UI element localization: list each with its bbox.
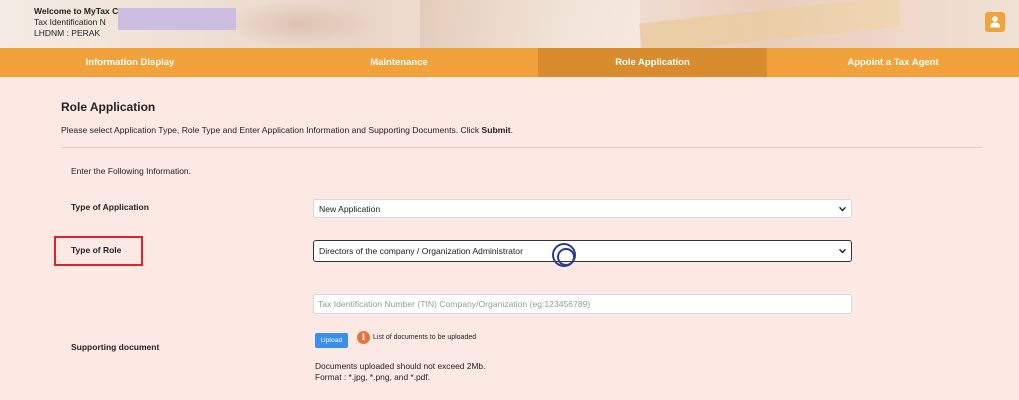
instruction-submit: Submit: [481, 125, 511, 135]
branch-text: LHDNM : PERAK: [34, 28, 101, 38]
chevron-down-icon: [839, 206, 846, 211]
type-of-role-label: Type of Role: [71, 245, 122, 255]
type-of-application-select[interactable]: New Application: [313, 199, 852, 218]
tab-label: Maintenance: [370, 57, 428, 68]
type-of-application-label: Type of Application: [71, 202, 149, 212]
welcome-text: Welcome to MyTax C: [34, 6, 119, 16]
section-label: Enter the Following Information.: [71, 166, 192, 176]
user-icon: [990, 16, 1000, 28]
main-nav: Information Display Maintenance Role App…: [0, 48, 1019, 77]
chevron-down-icon: [839, 248, 846, 254]
tab-role-application[interactable]: Role Application: [538, 48, 767, 77]
header-banner: Welcome to MyTax C Tax Identification N …: [0, 0, 1019, 48]
tin-placeholder: Tax Identification Number (TIN) Company/…: [318, 299, 591, 309]
tab-appoint-tax-agent[interactable]: Appoint a Tax Agent: [767, 48, 1019, 77]
divider: [61, 147, 982, 148]
note-format: Format : *.jpg, *.png, and *.pdf.: [315, 372, 430, 382]
user-menu-button[interactable]: [985, 12, 1005, 32]
page-title: Role Application: [61, 100, 156, 114]
cursor-indicator: [552, 243, 576, 267]
type-of-role-select[interactable]: Directors of the company / Organization …: [313, 240, 852, 262]
upload-label: Upload: [320, 337, 343, 344]
instruction-main: Please select Application Type, Role Typ…: [61, 125, 482, 135]
tab-label: Information Display: [85, 57, 175, 68]
document-list-link[interactable]: List of documents to be uploaded: [373, 334, 476, 341]
tab-maintenance[interactable]: Maintenance: [260, 48, 538, 77]
tin-input[interactable]: Tax Identification Number (TIN) Company/…: [313, 294, 852, 314]
tab-information-display[interactable]: Information Display: [0, 48, 260, 77]
select-value: New Application: [319, 203, 381, 214]
instruction-text: Please select Application Type, Role Typ…: [61, 125, 513, 135]
banner-decoration: [220, 0, 380, 48]
info-icon[interactable]: i: [357, 331, 370, 344]
instruction-end: .: [510, 125, 514, 135]
welcome-block: Welcome to MyTax C Tax Identification N …: [34, 6, 118, 39]
upload-note: Documents uploaded should not exceed 2Mb…: [315, 361, 485, 383]
upload-button[interactable]: Upload: [315, 333, 348, 348]
supporting-document-label: Supporting document: [71, 342, 160, 352]
select-value: Directors of the company / Organization …: [319, 246, 523, 256]
banner-decoration: [639, 0, 901, 48]
note-size: Documents uploaded should not exceed 2Mb…: [315, 361, 486, 371]
tab-label: Role Application: [615, 57, 690, 68]
tin-label: Tax Identification N: [34, 17, 106, 27]
banner-decoration: [420, 0, 640, 48]
tab-label: Appoint a Tax Agent: [847, 57, 939, 68]
redacted-area: [118, 8, 236, 30]
